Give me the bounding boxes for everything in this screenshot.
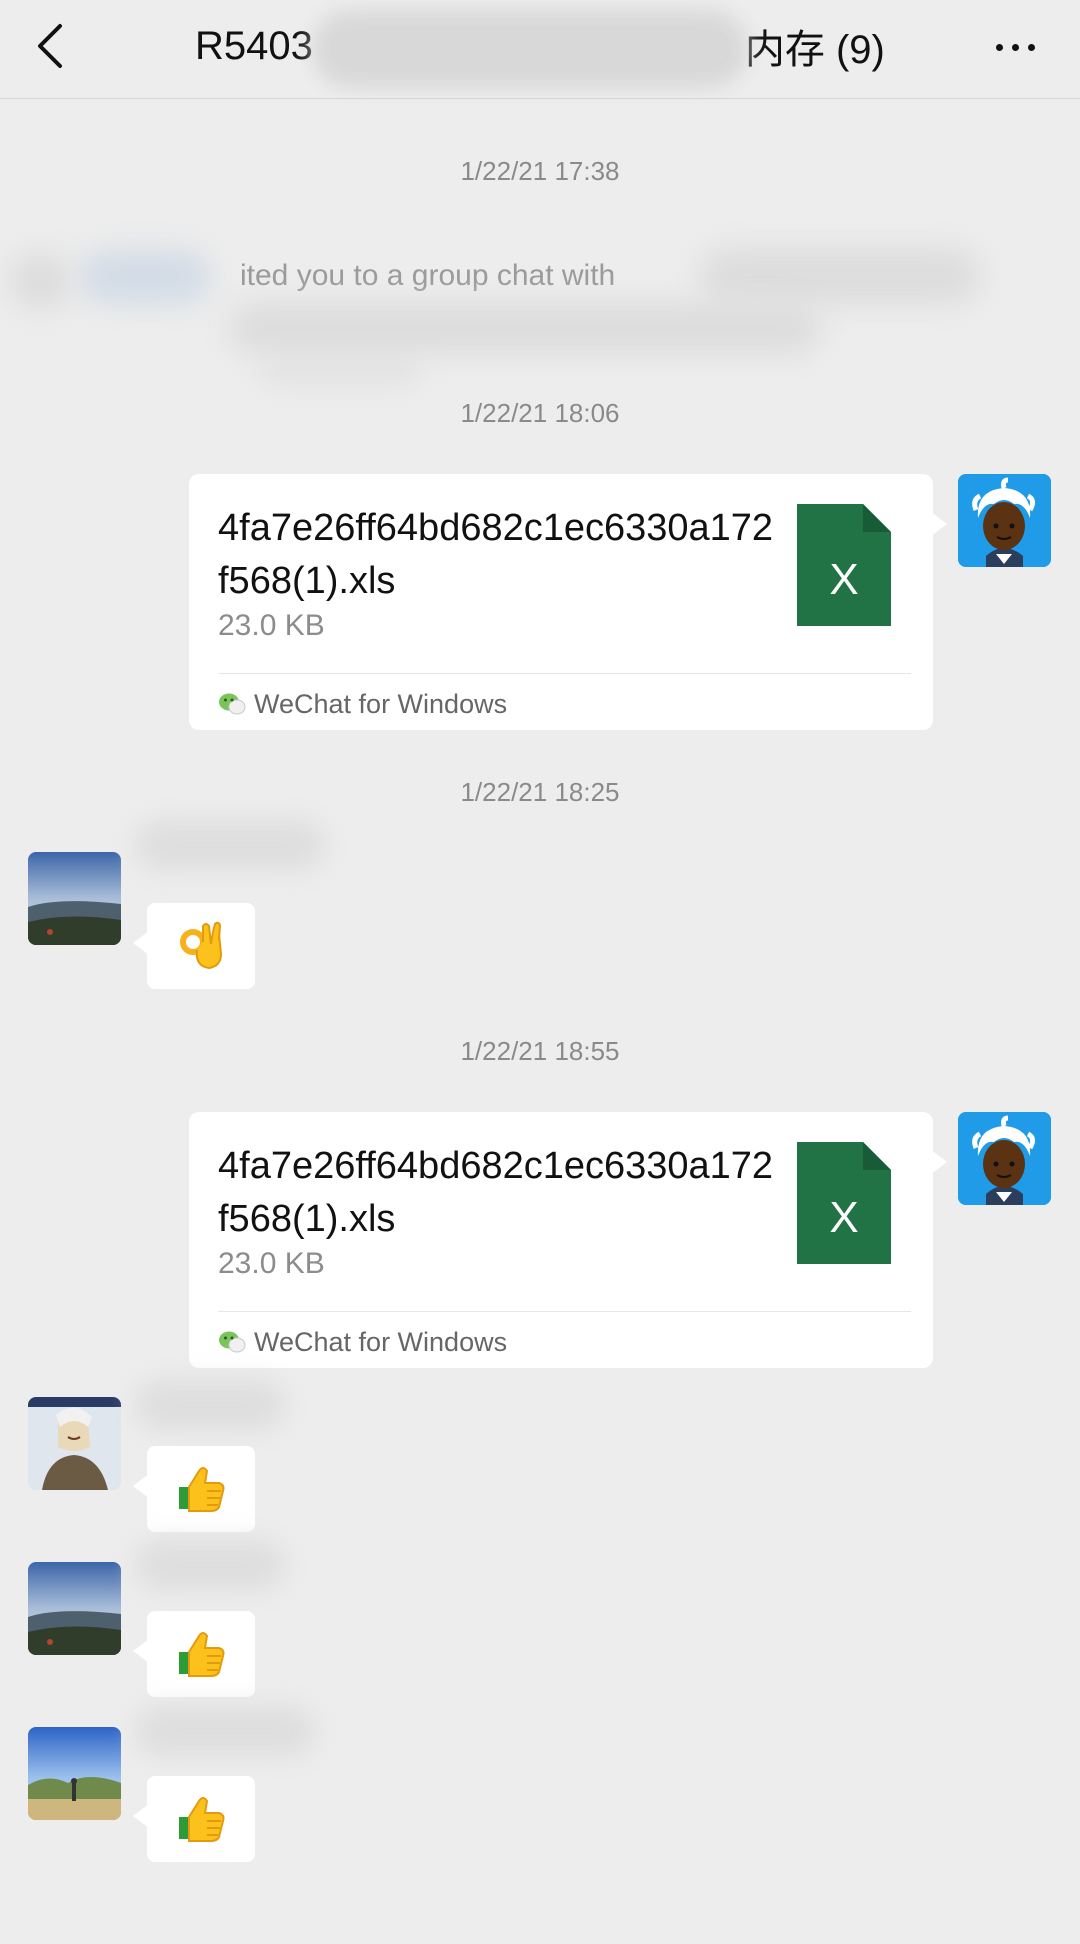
file-size: 23.0 KB <box>218 1247 325 1280</box>
landscape-avatar-icon <box>28 852 121 945</box>
timestamp: 1/22/21 18:55 <box>460 1036 620 1066</box>
thumbs-up-emoji <box>179 1797 225 1842</box>
file-size: 23.0 KB <box>218 609 325 642</box>
excel-file-icon: X <box>797 1142 891 1264</box>
file-source-label: WeChat for Windows <box>254 688 508 719</box>
divider <box>218 673 911 674</box>
more-dot <box>1011 43 1019 51</box>
chat-title-start: R5403 <box>195 23 313 68</box>
landscape-avatar-icon <box>28 1562 121 1655</box>
self-avatar[interactable] <box>958 1112 1051 1205</box>
divider <box>218 1311 911 1312</box>
contact-avatar[interactable] <box>28 1397 121 1490</box>
file-message[interactable]: 4fa7e26ff64bd682c1ec6330a172f568(1).xls … <box>189 1112 947 1368</box>
redaction-blur <box>700 249 980 303</box>
emoji-message[interactable] <box>133 1611 255 1697</box>
svg-text:X: X <box>829 1193 858 1242</box>
emoji-message[interactable] <box>133 903 255 989</box>
sender-name-redaction <box>135 1380 285 1430</box>
system-message: ited you to a group chat with <box>0 245 1080 395</box>
title-redaction <box>312 10 748 88</box>
file-source: WeChat for Windows <box>218 1324 507 1360</box>
cartoon-avatar-icon <box>958 1112 1051 1205</box>
emoji-message[interactable] <box>133 1446 255 1532</box>
emoji-message[interactable] <box>133 1776 255 1862</box>
file-name: 4fa7e26ff64bd682c1ec6330a172f568(1).xls <box>218 507 774 602</box>
sender-name-redaction <box>135 1706 315 1756</box>
back-button[interactable] <box>22 18 78 74</box>
wechat-icon <box>219 1331 246 1353</box>
outdoor-photo-avatar-icon <box>28 1727 121 1820</box>
chat-screen: R5403 内存 (9) 1/22/21 17:38 ited you to a… <box>0 0 1080 1944</box>
file-source-label: WeChat for Windows <box>254 1326 508 1357</box>
wechat-icon <box>219 693 246 715</box>
timestamp: 1/22/21 18:06 <box>460 398 620 428</box>
more-dot <box>1027 43 1035 51</box>
contact-avatar[interactable] <box>28 852 121 945</box>
chat-header: R5403 内存 (9) <box>0 0 1080 99</box>
more-dot <box>995 43 1003 51</box>
chevron-left-icon <box>38 24 62 68</box>
timestamp: 1/22/21 18:25 <box>460 777 620 807</box>
more-options-button[interactable] <box>980 22 1050 72</box>
contact-avatar[interactable] <box>28 1562 121 1655</box>
contact-avatar[interactable] <box>28 1727 121 1820</box>
self-avatar[interactable] <box>958 474 1051 567</box>
file-name: 4fa7e26ff64bd682c1ec6330a172f568(1).xls <box>218 1145 774 1240</box>
redaction-blur <box>230 303 820 353</box>
sender-name-redaction <box>135 1540 285 1590</box>
ok-hand-emoji <box>180 921 223 970</box>
excel-file-icon: X <box>797 504 891 626</box>
thumbs-up-emoji <box>179 1632 225 1677</box>
sender-name-redaction <box>135 820 325 870</box>
svg-text:X: X <box>829 555 858 604</box>
thumbs-up-emoji <box>179 1467 225 1512</box>
redaction-blur <box>80 251 210 303</box>
character-avatar-icon <box>28 1397 121 1490</box>
redaction-blur <box>260 357 420 387</box>
system-message-text: ited you to a group chat with <box>240 259 616 292</box>
chat-title-end: 内存 (9) <box>744 28 885 72</box>
redaction-blur <box>10 253 70 309</box>
timestamp: 1/22/21 17:38 <box>460 156 620 186</box>
file-source: WeChat for Windows <box>218 686 507 722</box>
file-message[interactable]: 4fa7e26ff64bd682c1ec6330a172f568(1).xls … <box>189 474 947 730</box>
cartoon-avatar-icon <box>958 474 1051 567</box>
